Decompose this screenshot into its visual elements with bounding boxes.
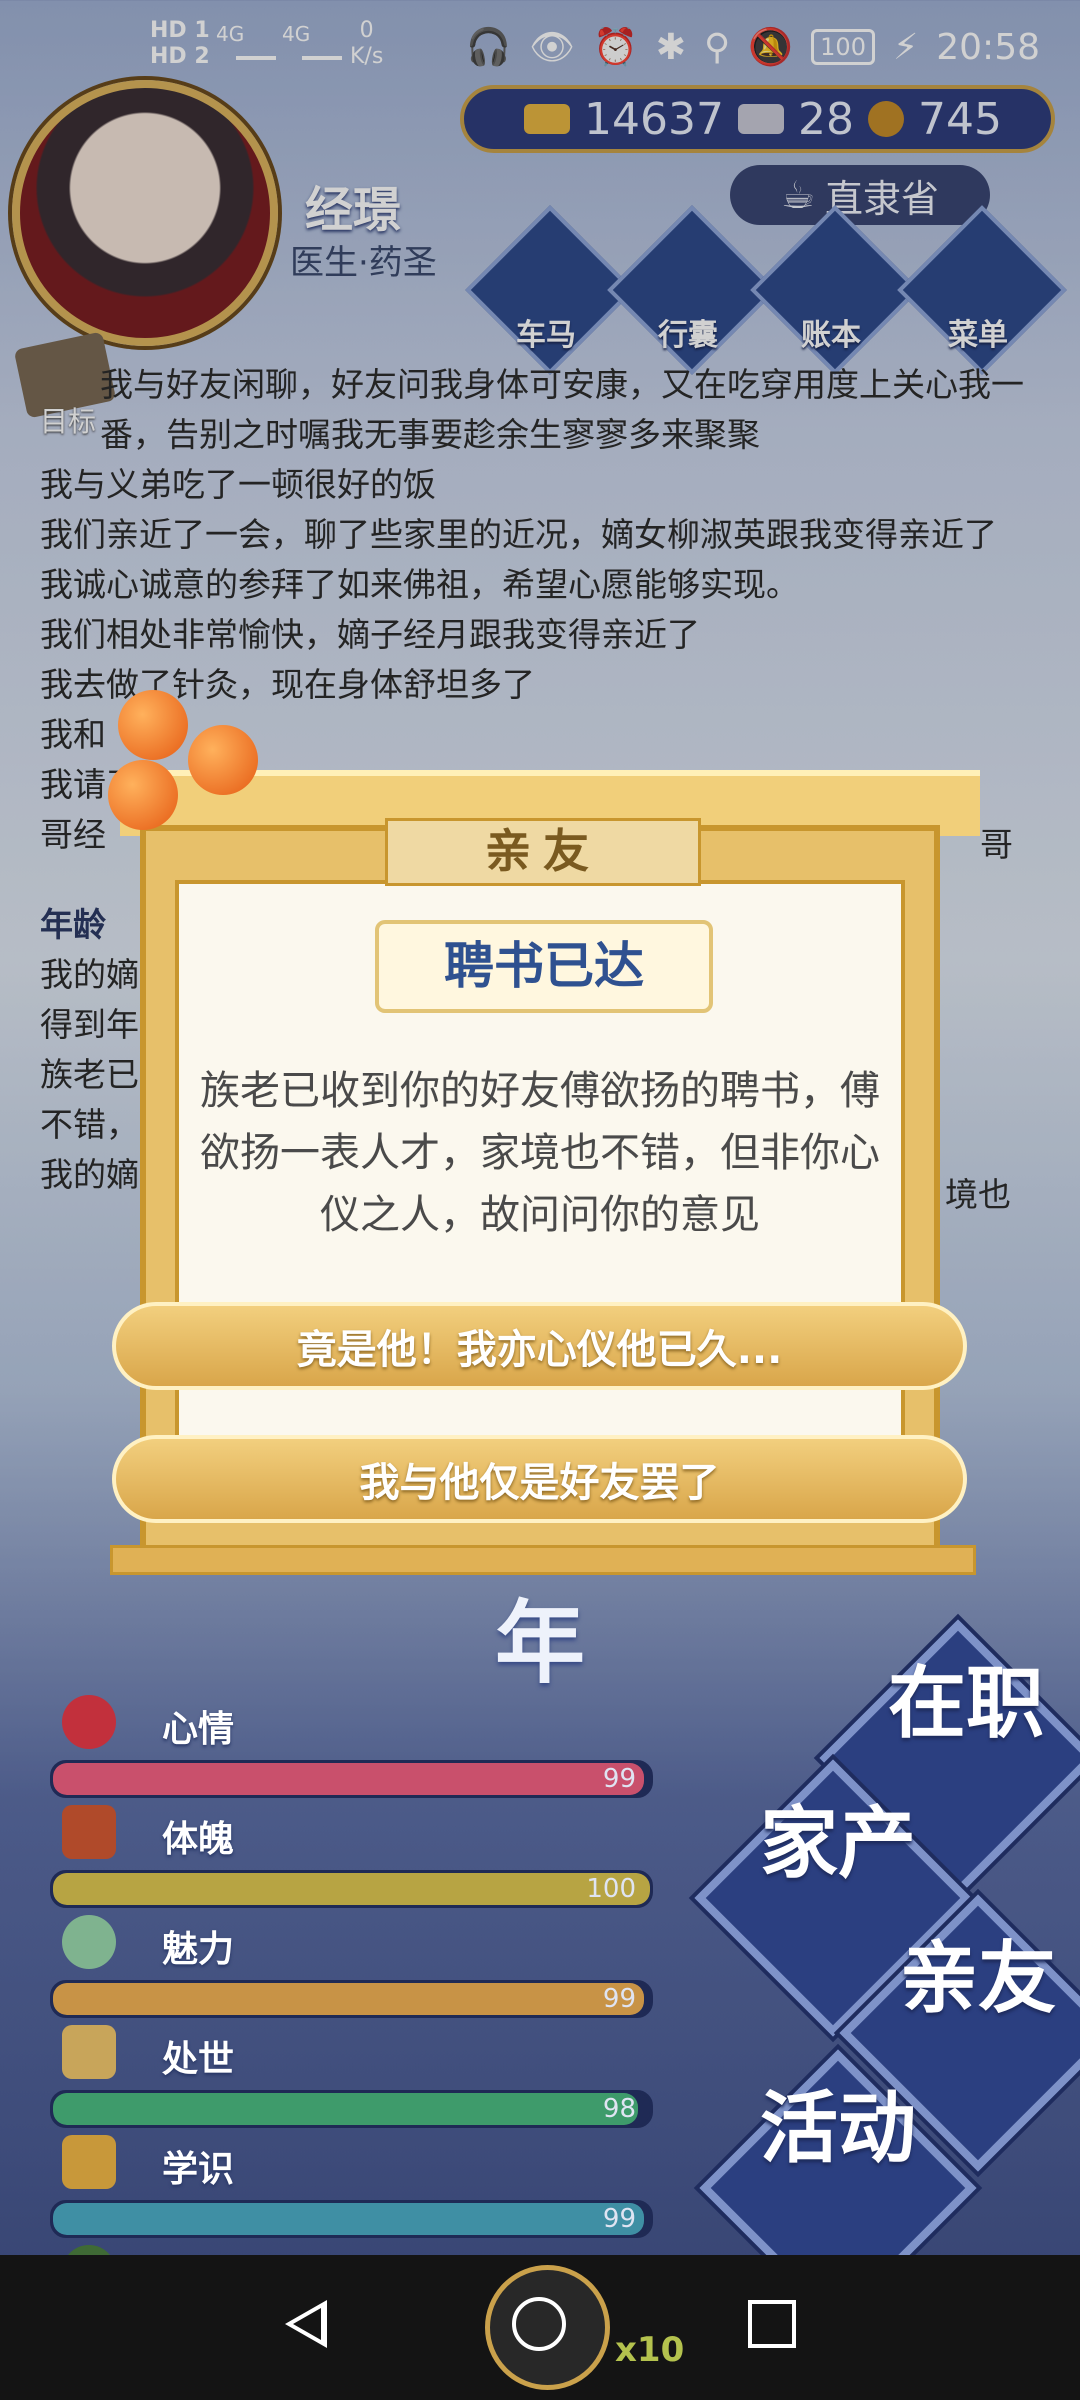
stat-bar: 98 xyxy=(50,2090,653,2128)
flower-icon xyxy=(62,1695,116,1749)
stat-value: 99 xyxy=(602,1984,636,2014)
jade-icon xyxy=(62,1915,116,1969)
stat-bar: 99 xyxy=(50,1980,653,2018)
tile-friends-label: 亲友 xyxy=(900,1934,1057,2024)
stat-bar: 100 xyxy=(50,1870,653,1908)
home-icon[interactable] xyxy=(512,2297,566,2351)
dialog-heading: 聘书已达 xyxy=(375,920,713,1013)
decline-option-button[interactable]: 我与他仅是好友罢了 xyxy=(112,1435,967,1523)
hat-icon xyxy=(62,2025,116,2079)
stat-value: 99 xyxy=(602,2204,636,2234)
stat-bar: 99 xyxy=(50,1760,653,1798)
weight-icon xyxy=(62,1805,116,1859)
stat-label: 心情 xyxy=(162,1709,235,1750)
stat-label: 体魄 xyxy=(162,1819,235,1860)
stat-bar: 99 xyxy=(50,2200,653,2238)
dialog-tab: 亲友 xyxy=(385,818,701,886)
stat-value: 99 xyxy=(602,1764,636,1794)
back-icon-inner xyxy=(293,2308,321,2340)
skip-multiplier: x10 xyxy=(615,2330,685,2370)
persimmon-icon xyxy=(108,760,178,830)
stat-label: 学识 xyxy=(162,2149,235,2190)
persimmon-icon xyxy=(188,725,258,795)
stat-bar-fill xyxy=(53,2203,645,2235)
tile-activities-label: 活动 xyxy=(760,2084,917,2174)
stat-bar-fill xyxy=(53,2093,639,2125)
stat-bar-fill xyxy=(53,1763,645,1795)
tile-employment-label: 在职 xyxy=(888,1659,1045,1749)
persimmon-icon xyxy=(118,690,188,760)
stat-bar-fill xyxy=(53,1873,650,1905)
stat-value: 98 xyxy=(602,2094,636,2124)
accept-option-button[interactable]: 竟是他！我亦心仪他已久... xyxy=(112,1302,967,1390)
stat-label: 魅力 xyxy=(162,1929,235,1970)
dialog-message: 族老已收到你的好友傅欲扬的聘书，傅欲扬一表人才，家境也不错，但非你心仪之人，故问… xyxy=(200,1068,880,1238)
tile-property-label: 家产 xyxy=(760,1799,917,1889)
stat-value: 100 xyxy=(586,1874,636,1904)
stat-bar-fill xyxy=(53,1983,645,2015)
recent-apps-icon[interactable] xyxy=(748,2300,796,2348)
year-emblem[interactable]: 年 xyxy=(470,1570,610,1700)
book-icon xyxy=(62,2135,116,2189)
stat-label: 处世 xyxy=(162,2039,235,2080)
